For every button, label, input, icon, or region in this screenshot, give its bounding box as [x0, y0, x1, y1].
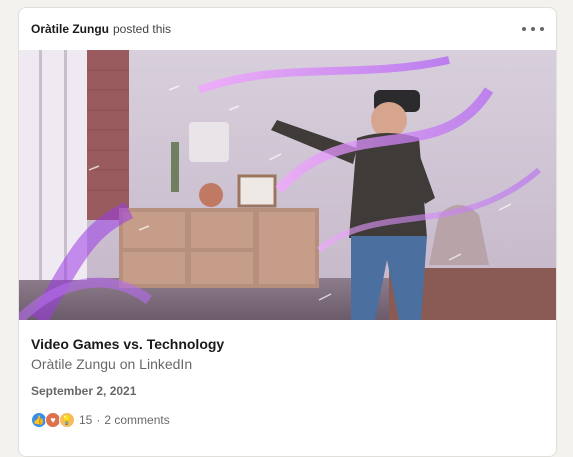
- social-counts: 👍 ♥ 💡 15 · 2 comments: [19, 398, 556, 428]
- post-header: Oràtile Zungu posted this: [19, 8, 556, 50]
- author-name[interactable]: Oràtile Zungu: [31, 22, 109, 36]
- reaction-count[interactable]: 15: [79, 413, 92, 427]
- post-image[interactable]: [19, 50, 556, 320]
- article-source: Oràtile Zungu on LinkedIn: [31, 356, 193, 372]
- dot-icon: [531, 27, 535, 31]
- comments-count[interactable]: 2 comments: [104, 413, 169, 427]
- dot-icon: [522, 27, 526, 31]
- article-info: Video Games vs. Technology Oràtile Zungu…: [19, 320, 556, 398]
- dot-icon: [540, 27, 544, 31]
- insightful-icon: 💡: [59, 412, 75, 428]
- separator: ·: [96, 413, 101, 427]
- vr-illustration: [19, 50, 556, 320]
- post-card: Oràtile Zungu posted this Video Games vs…: [18, 7, 557, 457]
- more-options-button[interactable]: [522, 19, 544, 39]
- article-title[interactable]: Video Games vs. Technology: [31, 336, 544, 352]
- reactions[interactable]: 👍 ♥ 💡: [31, 412, 75, 428]
- article-date: September 2, 2021: [31, 384, 137, 398]
- post-action-text: posted this: [113, 22, 172, 36]
